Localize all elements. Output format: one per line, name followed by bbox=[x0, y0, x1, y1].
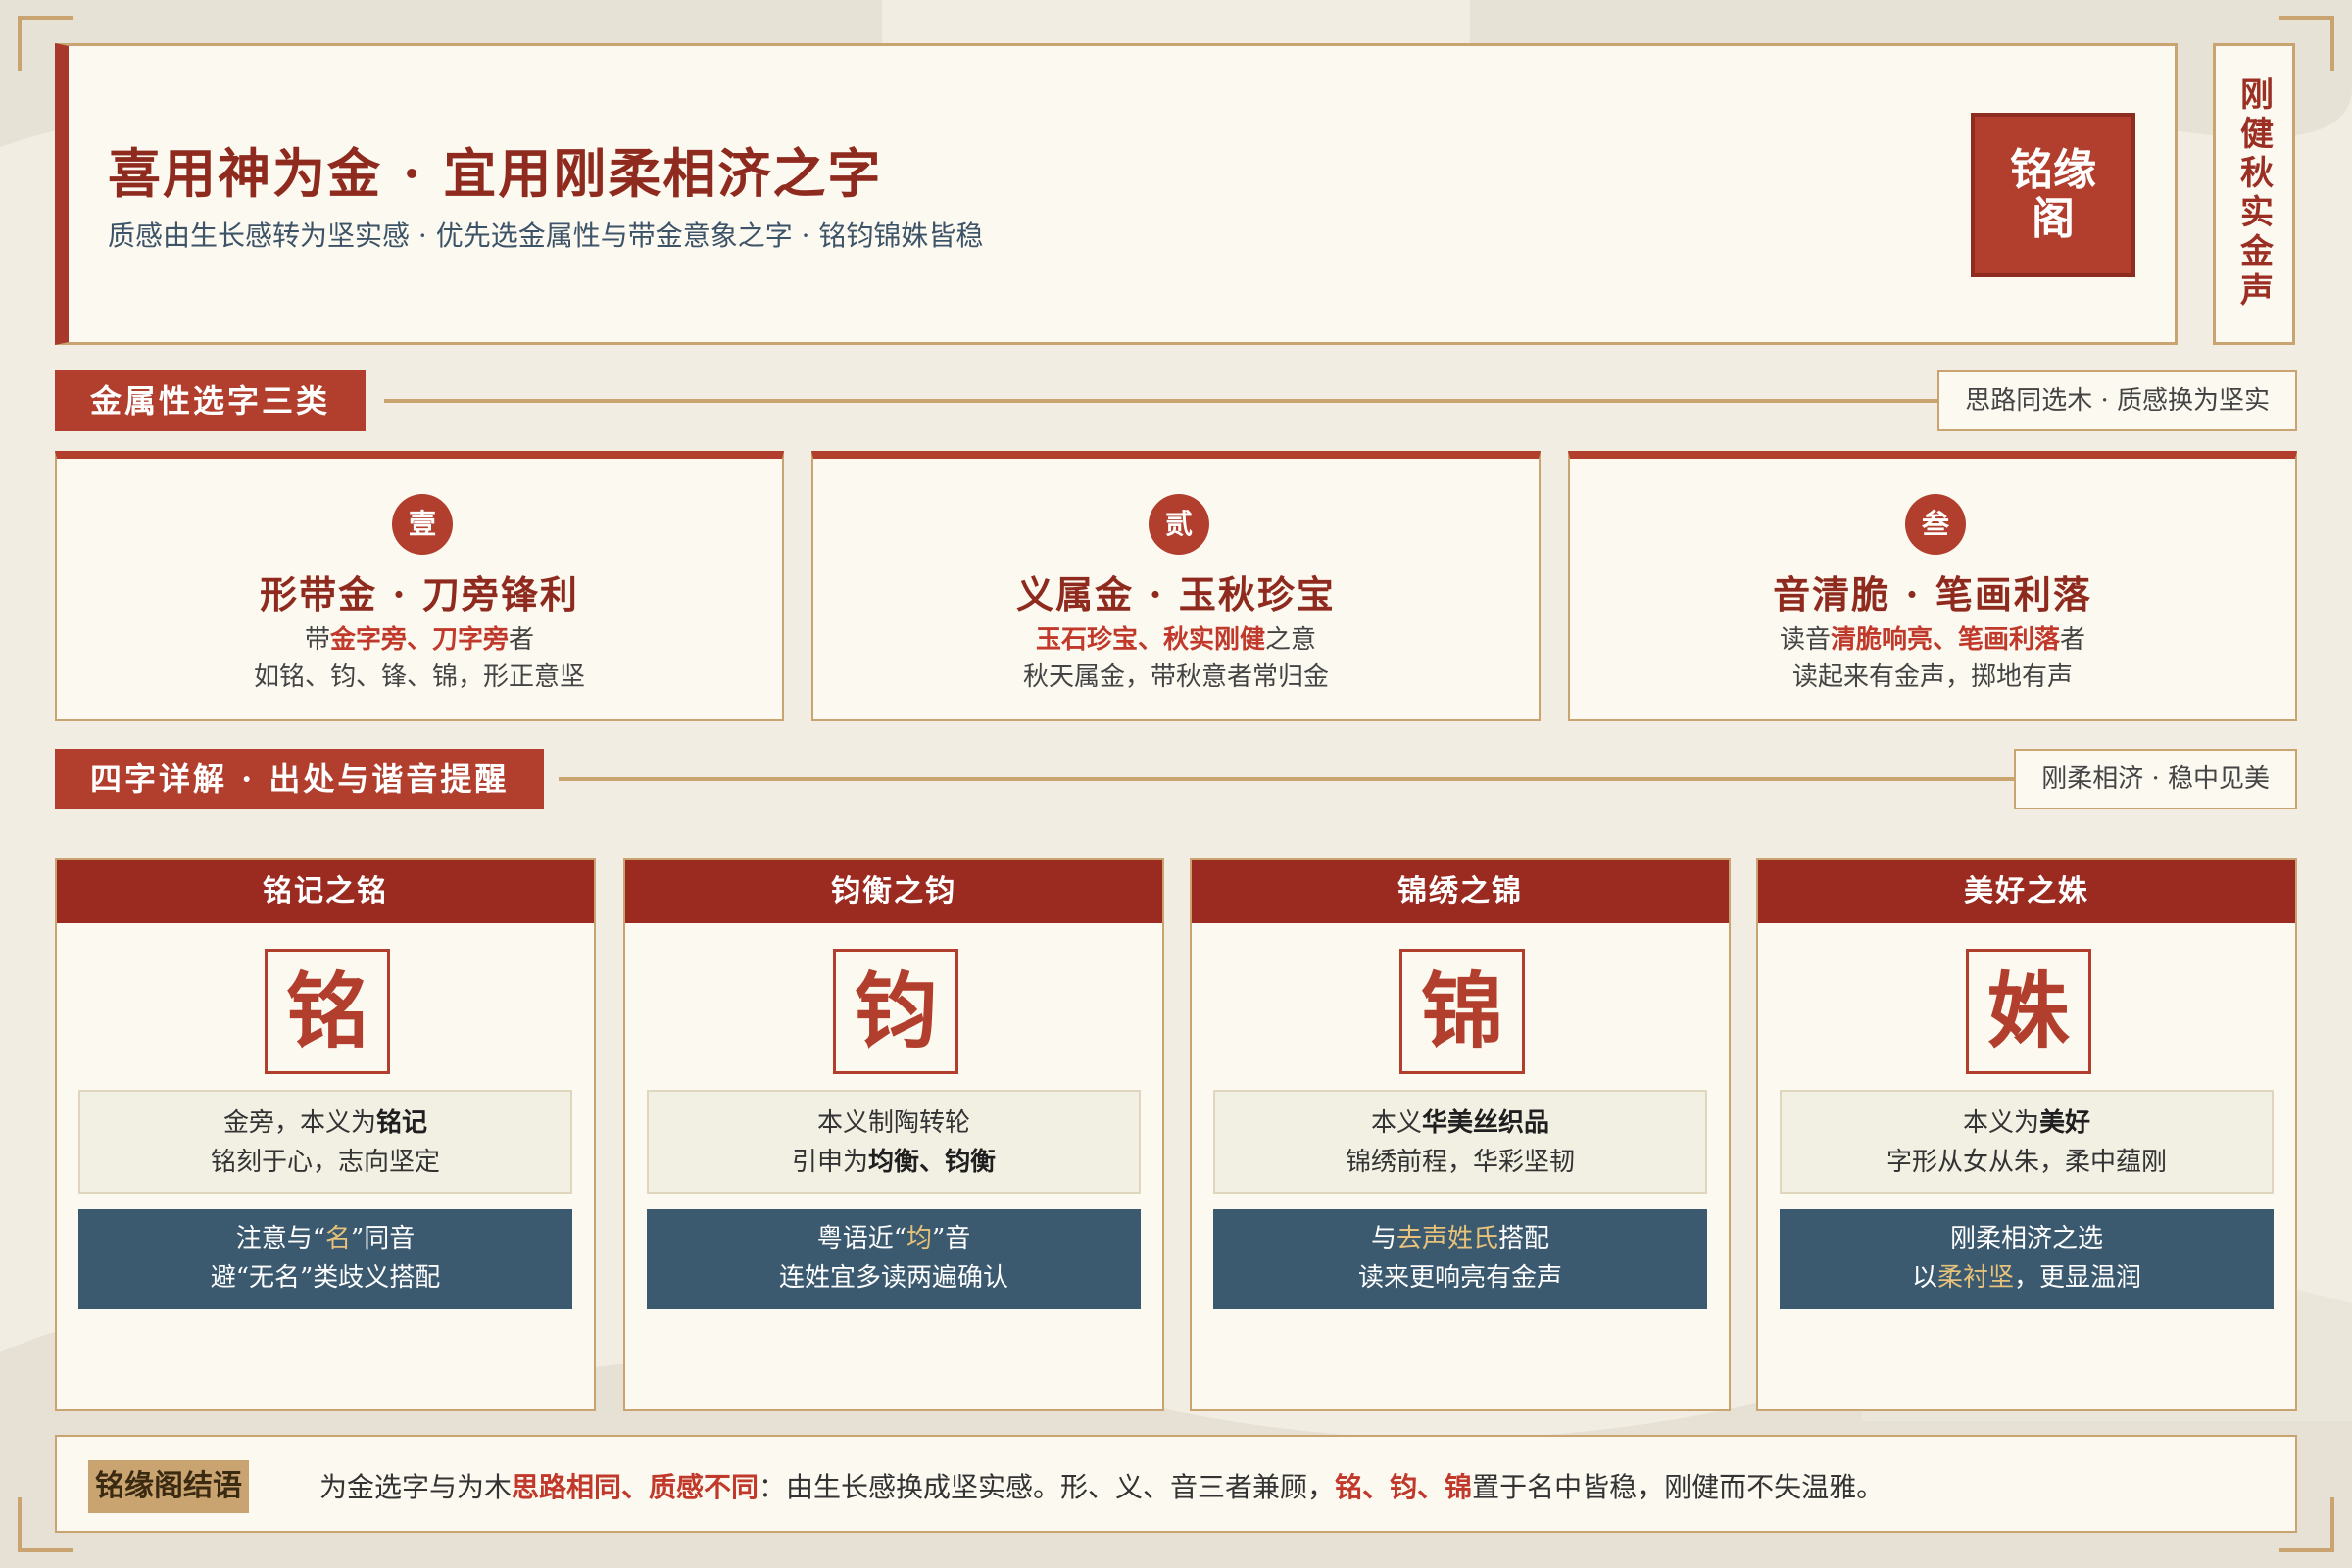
category-title: 音清脆 · 笔画利落 bbox=[1773, 572, 2092, 616]
character-homophone-note: 粤语近“均”音 连姓宜多读两遍确认 bbox=[647, 1209, 1141, 1309]
character-glyph: 锦 bbox=[1399, 949, 1525, 1074]
character-card: 钧衡之钧 钧 本义制陶转轮 引申为均衡、钧衡 粤语近“均”音 连姓宜多读两遍确认 bbox=[623, 858, 1164, 1411]
character-card-title: 钧衡之钧 bbox=[625, 860, 1162, 923]
category-description: 读音清脆响亮、笔画利落者 bbox=[1779, 625, 2086, 655]
character-glyph: 姝 bbox=[1966, 949, 2091, 1074]
section-note-categories: 思路同选木 · 质感换为坚实 bbox=[1937, 370, 2297, 431]
section-tag-characters: 四字详解 · 出处与谐音提醒 bbox=[55, 749, 545, 809]
character-card: 美好之姝 姝 本义为美好 字形从女从朱，柔中蕴刚 刚柔相济之选 以柔衬坚，更显温… bbox=[1756, 858, 2297, 1411]
character-homophone-note: 刚柔相济之选 以柔衬坚，更显温润 bbox=[1780, 1209, 2274, 1309]
category-card: 叁 音清脆 · 笔画利落 读音清脆响亮、笔画利落者 读起来有金声，掷地有声 bbox=[1568, 451, 2297, 721]
section-divider bbox=[384, 399, 1938, 403]
seal-line-2: 阁 bbox=[2032, 194, 2075, 244]
character-homophone-note: 与去声姓氏搭配 读来更响亮有金声 bbox=[1213, 1209, 1707, 1309]
character-meaning: 本义为美好 字形从女从朱，柔中蕴刚 bbox=[1780, 1090, 2274, 1194]
side-vertical-text: 刚健秋实金声 bbox=[2233, 76, 2274, 312]
conclusion-text: 为金选字与为木思路相同、质感不同：由生长感换成坚实感。形、义、音三者兼顾，铭、钧… bbox=[319, 1471, 1885, 1503]
section-tag-categories: 金属性选字三类 bbox=[55, 370, 367, 431]
character-card: 锦绣之锦 锦 本义华美丝织品 锦绣前程，华彩坚韧 与去声姓氏搭配 读来更响亮有金… bbox=[1190, 858, 1731, 1411]
category-example: 秋天属金，带秋意者常归金 bbox=[1022, 662, 1329, 692]
character-glyph: 铭 bbox=[265, 949, 390, 1074]
conclusion-tag: 铭缘阁结语 bbox=[88, 1460, 249, 1513]
character-meaning: 金旁，本义为铭记 铭刻于心，志向坚定 bbox=[78, 1090, 572, 1194]
character-homophone-note: 注意与“名”同音 避“无名”类歧义搭配 bbox=[78, 1209, 572, 1309]
page-subtitle: 质感由生长感转为坚实感 · 优先选金属性与带金意象之字 · 铭钧锦姝皆稳 bbox=[108, 220, 984, 252]
conclusion-bar: 铭缘阁结语 为金选字与为木思路相同、质感不同：由生长感换成坚实感。形、义、音三者… bbox=[55, 1435, 2297, 1533]
character-card-title: 美好之姝 bbox=[1758, 860, 2295, 923]
header-banner: 喜用神为金 · 宜用刚柔相济之字 质感由生长感转为坚实感 · 优先选金属性与带金… bbox=[55, 43, 2178, 345]
category-title: 义属金 · 玉秋珍宝 bbox=[1016, 572, 1336, 616]
character-meaning: 本义华美丝织品 锦绣前程，华彩坚韧 bbox=[1213, 1090, 1707, 1194]
category-card: 壹 形带金 · 刀旁锋利 带金字旁、刀字旁者 如铭、钧、锋、锦，形正意坚 bbox=[55, 451, 784, 721]
category-example: 读起来有金声，掷地有声 bbox=[1791, 662, 2073, 692]
character-glyph: 钧 bbox=[833, 949, 958, 1074]
side-vertical-banner: 刚健秋实金声 bbox=[2213, 43, 2295, 345]
page-title: 喜用神为金 · 宜用刚柔相济之字 bbox=[108, 142, 883, 205]
seal-line-1: 铭缘 bbox=[2010, 145, 2096, 195]
section-header-characters: 四字详解 · 出处与谐音提醒 刚柔相济 · 稳中见美 bbox=[55, 749, 2297, 809]
category-card: 贰 义属金 · 玉秋珍宝 玉石珍宝、秋实刚健之意 秋天属金，带秋意者常归金 bbox=[811, 451, 1541, 721]
category-number-badge: 贰 bbox=[1149, 494, 1209, 555]
character-card-title: 铭记之铭 bbox=[57, 860, 594, 923]
category-description: 带金字旁、刀字旁者 bbox=[304, 625, 535, 655]
category-number-badge: 叁 bbox=[1905, 494, 1966, 555]
brand-seal: 铭缘 阁 bbox=[1971, 113, 2135, 277]
character-card: 铭记之铭 铭 金旁，本义为铭记 铭刻于心，志向坚定 注意与“名”同音 避“无名”… bbox=[55, 858, 596, 1411]
category-description: 玉石珍宝、秋实刚健之意 bbox=[1035, 625, 1317, 655]
character-card-title: 锦绣之锦 bbox=[1192, 860, 1729, 923]
section-divider bbox=[559, 777, 2021, 781]
category-title: 形带金 · 刀旁锋利 bbox=[260, 572, 579, 616]
section-header-categories: 金属性选字三类 思路同选木 · 质感换为坚实 bbox=[55, 370, 2297, 431]
category-example: 如铭、钧、锋、锦，形正意坚 bbox=[253, 662, 585, 692]
section-note-characters: 刚柔相济 · 稳中见美 bbox=[2014, 749, 2297, 809]
character-meaning: 本义制陶转轮 引申为均衡、钧衡 bbox=[647, 1090, 1141, 1194]
category-number-badge: 壹 bbox=[392, 494, 453, 555]
